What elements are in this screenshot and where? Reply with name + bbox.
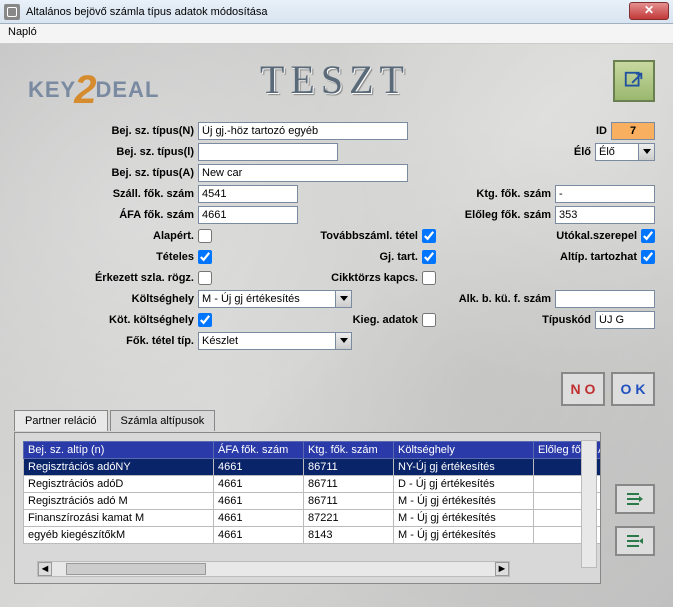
lbl-bej-n: Bej. sz. típus(N) xyxy=(18,125,198,137)
lbl-kotkolt: Köt. költséghely xyxy=(18,314,198,326)
input-alk[interactable] xyxy=(555,290,655,308)
chk-cikk[interactable] xyxy=(422,271,436,285)
v-scrollbar[interactable] xyxy=(581,440,597,568)
chevron-down-icon xyxy=(335,291,351,307)
lbl-tipuskod: Típuskód xyxy=(515,314,595,326)
input-bej-n[interactable] xyxy=(198,122,408,140)
tab-partner[interactable]: Partner reláció xyxy=(14,410,108,431)
main-canvas: KEY2DEAL TESZT Bej. sz. típus(N) ID 7 Be… xyxy=(0,44,673,607)
chk-erk[interactable] xyxy=(198,271,212,285)
col-ktg[interactable]: Ktg. fők. szám xyxy=(304,442,394,459)
select-elo[interactable]: Élő xyxy=(595,143,655,161)
export-button[interactable] xyxy=(613,60,655,102)
lbl-altip: Altíp. tartozhat xyxy=(521,251,641,263)
altip-grid[interactable]: Bej. sz. altíp (n) ÁFA fők. szám Ktg. fő… xyxy=(23,441,601,544)
tab-content: Bej. sz. altíp (n) ÁFA fők. szám Ktg. fő… xyxy=(14,432,601,584)
lbl-eloleg: Előleg fők. szám xyxy=(405,209,555,221)
scroll-left-icon[interactable]: ◄ xyxy=(38,562,52,576)
menu-naplo[interactable]: Napló xyxy=(8,26,37,38)
brand-logo: KEY2DEAL xyxy=(28,62,159,107)
table-row[interactable]: Finanszírozási kamat M466187221M - Új gj… xyxy=(24,510,602,527)
chevron-down-icon xyxy=(335,333,351,349)
input-ktg[interactable] xyxy=(555,185,655,203)
lbl-utokal: Utókal.szerepel xyxy=(521,230,641,242)
id-value: 7 xyxy=(611,122,655,140)
input-eloleg[interactable] xyxy=(555,206,655,224)
ok-button[interactable]: O K xyxy=(611,372,655,406)
input-szall[interactable] xyxy=(198,185,298,203)
dialog-buttons: N O O K xyxy=(561,372,655,406)
lbl-ktg: Ktg. fők. szám xyxy=(405,188,555,200)
chk-altip[interactable] xyxy=(641,250,655,264)
lbl-koltseghely: Költséghely xyxy=(18,293,198,305)
input-tipuskod[interactable] xyxy=(595,311,655,329)
select-foktetel[interactable]: Készlet xyxy=(198,332,352,350)
chk-gjtart[interactable] xyxy=(422,250,436,264)
form-area: Bej. sz. típus(N) ID 7 Bej. sz. típus(l)… xyxy=(18,120,655,351)
input-bej-a[interactable] xyxy=(198,164,408,182)
lbl-afa: ÁFA fők. szám xyxy=(18,209,198,221)
lbl-teteles: Tételes xyxy=(18,251,198,263)
table-row[interactable]: Regisztrációs adóD466186711D - Új gj ért… xyxy=(24,476,602,493)
chevron-down-icon xyxy=(638,144,654,160)
arrow-left-icon xyxy=(625,491,645,507)
lbl-alapert: Alapért. xyxy=(18,230,198,242)
teszt-watermark: TESZT xyxy=(260,56,410,103)
menubar: Napló xyxy=(0,24,673,44)
move-out-button[interactable] xyxy=(615,526,655,556)
close-button[interactable]: ✕ xyxy=(629,2,669,20)
app-icon xyxy=(4,4,20,20)
chk-teteles[interactable] xyxy=(198,250,212,264)
table-row[interactable]: Regisztrációs adó M466186711M - Új gj ér… xyxy=(24,493,602,510)
lbl-szall: Száll. fők. szám xyxy=(18,188,198,200)
col-bej-altip[interactable]: Bej. sz. altíp (n) xyxy=(24,442,214,459)
lbl-gjtart: Gj. tart. xyxy=(272,251,422,263)
window-title: Altalános bejövő számla típus adatok mód… xyxy=(26,6,268,18)
table-row[interactable]: Regisztrációs adóNY466186711NY-Új gj ért… xyxy=(24,459,602,476)
col-afa[interactable]: ÁFA fők. szám xyxy=(214,442,304,459)
tabstrip: Partner reláció Számla altípusok xyxy=(14,410,217,431)
scroll-thumb[interactable] xyxy=(66,563,206,575)
lbl-kieg: Kieg. adatok xyxy=(272,314,422,326)
col-koltseghely[interactable]: Költséghely xyxy=(394,442,534,459)
input-afa[interactable] xyxy=(198,206,298,224)
chk-tovabb[interactable] xyxy=(422,229,436,243)
h-scrollbar[interactable]: ◄ ► xyxy=(37,561,510,577)
export-icon xyxy=(623,70,645,92)
arrow-right-icon xyxy=(625,533,645,549)
chk-kieg[interactable] xyxy=(422,313,436,327)
lbl-tovabb: Továbbszáml. tétel xyxy=(272,230,422,242)
lbl-foktetel: Fők. tétel típ. xyxy=(18,335,198,347)
scroll-right-icon[interactable]: ► xyxy=(495,562,509,576)
lbl-erk: Érkezett szla. rögz. xyxy=(18,272,198,284)
titlebar: Altalános bejövő számla típus adatok mód… xyxy=(0,0,673,24)
chk-kotkolt[interactable] xyxy=(198,313,212,327)
side-buttons xyxy=(615,484,655,556)
no-button[interactable]: N O xyxy=(561,372,605,406)
lbl-bej-a: Bej. sz. típus(A) xyxy=(18,167,198,179)
lbl-alk: Alk. b. kü. f. szám xyxy=(405,293,555,305)
lbl-id: ID xyxy=(571,125,611,137)
select-koltseghely[interactable]: M - Új gj értékesítés xyxy=(198,290,352,308)
table-row[interactable]: egyéb kiegészítőkM46618143M - Új gj érté… xyxy=(24,527,602,544)
chk-utokal[interactable] xyxy=(641,229,655,243)
input-bej-l[interactable] xyxy=(198,143,338,161)
lbl-elo: Élő xyxy=(555,146,595,158)
lbl-bej-l: Bej. sz. típus(l) xyxy=(18,146,198,158)
tab-altipusok[interactable]: Számla altípusok xyxy=(110,410,216,431)
lbl-cikk: Cikktörzs kapcs. xyxy=(272,272,422,284)
move-in-button[interactable] xyxy=(615,484,655,514)
chk-alapert[interactable] xyxy=(198,229,212,243)
